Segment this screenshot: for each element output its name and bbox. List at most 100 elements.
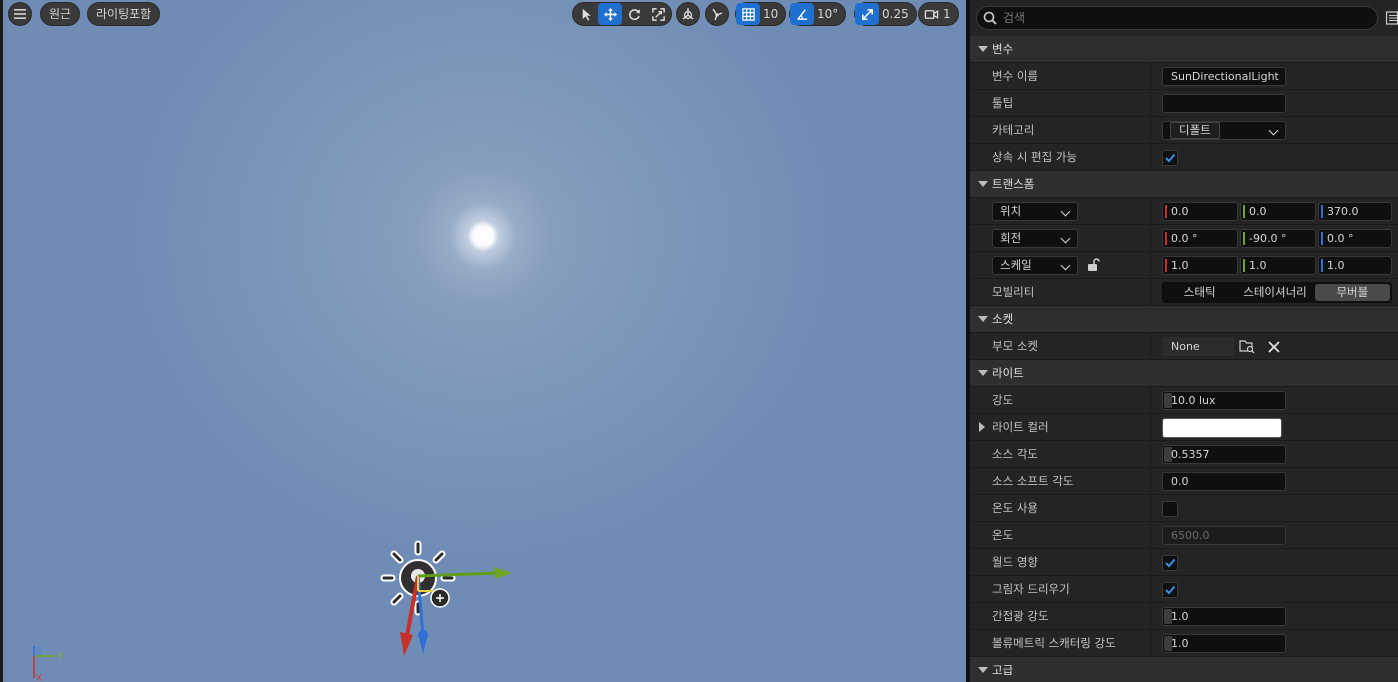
select-tool-button[interactable] (574, 3, 598, 25)
browse-socket-icon[interactable] (1239, 339, 1255, 354)
mobility-static-option[interactable]: 스태틱 (1162, 282, 1237, 303)
section-transform-label: 트랜스폼 (992, 177, 1035, 191)
indirect-intensity-label: 간접광 강도 (992, 609, 1049, 623)
location-x-field[interactable]: 0.0 (1162, 202, 1238, 221)
source-soft-angle-field[interactable]: 0.0 (1162, 472, 1286, 491)
grid-snap-value[interactable]: 10 (760, 3, 785, 25)
section-light[interactable]: 라이트 (970, 360, 1398, 387)
expand-arrow-icon[interactable] (979, 422, 985, 432)
row-volumetric-intensity: 볼류메트릭 스캐터링 강도 1.0 (970, 630, 1398, 657)
source-soft-angle-label: 소스 소프트 각도 (992, 474, 1074, 488)
row-temperature: 온도 6500.0 (970, 522, 1398, 549)
section-socket[interactable]: 소켓 (970, 306, 1398, 333)
scale-y-field[interactable]: 1.0 (1240, 256, 1316, 275)
section-variable[interactable]: 변수 (970, 36, 1398, 63)
scale-snap-icon (861, 8, 873, 20)
directional-light-gizmo[interactable] (376, 536, 516, 660)
search-input[interactable] (1003, 11, 1363, 25)
tooltip-field[interactable] (1162, 94, 1286, 113)
volumetric-intensity-label: 볼류메트릭 스캐터링 강도 (992, 636, 1116, 650)
perspective-button[interactable]: 원근 (40, 2, 81, 26)
section-advanced[interactable]: 고급 (970, 657, 1398, 682)
checkmark-icon (1165, 153, 1176, 163)
grid-snap-toggle[interactable] (736, 3, 760, 25)
intensity-field[interactable]: 10.0 lux (1162, 391, 1286, 410)
surface-snap-toggle[interactable] (705, 2, 729, 26)
location-mode-dropdown[interactable]: 위치 (992, 202, 1078, 221)
editable-checkbox[interactable] (1162, 150, 1178, 166)
row-source-soft-angle: 소스 소프트 각도 0.0 (970, 468, 1398, 495)
section-socket-label: 소켓 (992, 312, 1014, 326)
move-tool-button[interactable] (598, 3, 622, 25)
scale-snap-toggle[interactable] (855, 3, 879, 25)
mobility-movable-option[interactable]: 무버블 (1314, 284, 1390, 301)
parent-socket-field[interactable]: None (1162, 337, 1234, 356)
chevron-down-icon (1060, 260, 1071, 271)
mobility-stationary-option[interactable]: 스테이셔너리 (1237, 282, 1312, 303)
temperature-label: 온도 (992, 528, 1014, 542)
indirect-intensity-field[interactable]: 1.0 (1162, 607, 1286, 626)
use-temperature-checkbox[interactable] (1162, 501, 1178, 517)
location-z-field[interactable]: 370.0 (1318, 202, 1392, 221)
level-viewport[interactable]: 원근 라이팅포함 10 10° 0.25 1 Z Y X (0, 0, 966, 682)
world-local-toggle[interactable] (676, 2, 700, 26)
transform-tools-group (572, 2, 672, 26)
globe-coordinate-icon (682, 8, 694, 20)
section-transform[interactable]: 트랜스폼 (970, 171, 1398, 198)
cast-shadows-label: 그림자 드리우기 (992, 582, 1070, 596)
clear-icon[interactable] (1268, 341, 1280, 353)
location-y-field[interactable]: 0.0 (1240, 202, 1316, 221)
collapse-arrow-icon (978, 46, 988, 52)
scale-snap-value[interactable]: 0.25 (879, 3, 916, 25)
camera-speed-button[interactable] (919, 3, 943, 25)
angle-icon (796, 8, 807, 20)
camera-speed-control[interactable]: 1 (918, 2, 959, 26)
axis-y-label: Y (57, 652, 64, 662)
camera-speed-value[interactable]: 1 (943, 3, 958, 25)
rotation-x-field[interactable]: 0.0 ° (1162, 229, 1238, 248)
scale-label: 스케일 (1000, 258, 1032, 272)
use-temperature-label: 온도 사용 (992, 501, 1038, 515)
affects-world-checkbox[interactable] (1162, 555, 1178, 571)
collapse-arrow-icon (978, 370, 988, 376)
grid-snap-control[interactable]: 10 (735, 2, 787, 26)
volumetric-intensity-field[interactable]: 1.0 (1162, 634, 1286, 653)
scale-tool-button[interactable] (646, 3, 670, 25)
rotate-tool-button[interactable] (622, 3, 646, 25)
view-mode-button[interactable]: 라이팅포함 (87, 2, 161, 26)
row-category: 카테고리 디폴트 (970, 117, 1398, 144)
unlock-icon[interactable] (1086, 258, 1100, 272)
row-intensity: 강도 10.0 lux (970, 387, 1398, 414)
row-cast-shadows: 그림자 드리우기 (970, 576, 1398, 603)
viewport-border (0, 0, 3, 682)
rotation-snap-value[interactable]: 10° (814, 3, 845, 25)
row-light-color: 라이트 컬러 (970, 414, 1398, 441)
surface-snap-icon (712, 8, 723, 21)
variable-name-field[interactable]: SunDirectionalLight (1162, 67, 1286, 86)
cast-shadows-checkbox[interactable] (1162, 582, 1178, 598)
scale-x-field[interactable]: 1.0 (1162, 256, 1238, 275)
light-color-swatch[interactable] (1162, 418, 1282, 438)
rotation-mode-dropdown[interactable]: 회전 (992, 229, 1078, 248)
category-dropdown[interactable]: 디폴트 (1162, 121, 1286, 140)
search-icon (983, 11, 997, 25)
property-matrix-icon[interactable] (1386, 10, 1398, 26)
scale-snap-control[interactable]: 0.25 (854, 2, 917, 26)
source-angle-field[interactable]: 0.5357 (1162, 445, 1286, 464)
details-search-bar[interactable] (976, 6, 1378, 30)
checkmark-icon (1165, 558, 1176, 568)
scale-z-field[interactable]: 1.0 (1318, 256, 1392, 275)
rotation-z-field[interactable]: 0.0 ° (1318, 229, 1392, 248)
chevron-down-icon (1060, 206, 1071, 217)
category-value[interactable]: 디폴트 (1170, 122, 1220, 139)
axis-x-label: X (36, 674, 42, 682)
rotation-y-field[interactable]: -90.0 ° (1240, 229, 1316, 248)
rotation-snap-toggle[interactable] (790, 3, 814, 25)
section-light-label: 라이트 (992, 366, 1024, 380)
perspective-label: 원근 (49, 7, 72, 21)
viewport-menu-button[interactable] (8, 2, 32, 26)
scale-mode-dropdown[interactable]: 스케일 (992, 256, 1078, 275)
source-angle-value: 0.5357 (1171, 448, 1210, 461)
rotation-snap-control[interactable]: 10° (789, 2, 847, 26)
category-label: 카테고리 (992, 123, 1035, 137)
